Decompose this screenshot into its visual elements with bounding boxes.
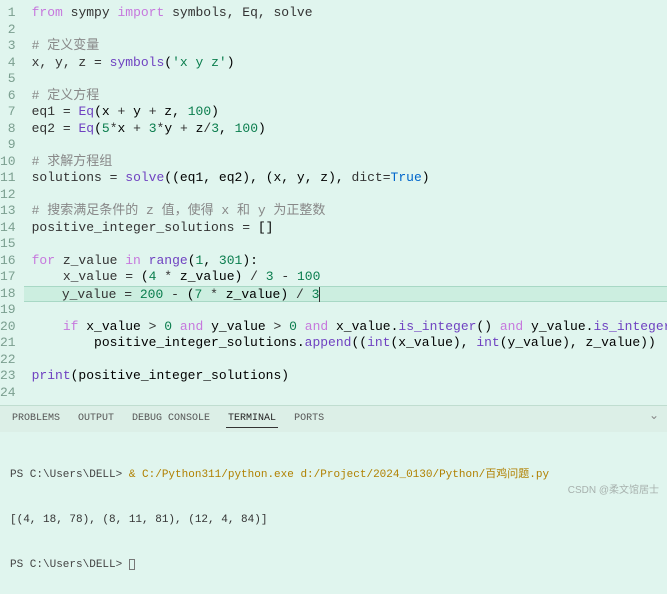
code-line[interactable]: positive_integer_solutions.append((int(x… xyxy=(24,335,667,352)
code-line[interactable] xyxy=(24,22,667,39)
code-line[interactable]: positive_integer_solutions = [] xyxy=(24,220,667,237)
terminal-dropdown-icon[interactable]: ⌄ xyxy=(649,408,659,423)
terminal-toolbar: ⌄ xyxy=(649,408,659,423)
terminal-prompt: PS C:\Users\DELL> xyxy=(10,469,129,481)
code-line[interactable]: # 定义变量 xyxy=(24,38,667,55)
code-line[interactable]: # 搜索满足条件的 z 值，使得 x 和 y 为正整数 xyxy=(24,203,667,220)
code-line[interactable]: for z_value in range(1, 301): xyxy=(24,253,667,270)
code-line[interactable] xyxy=(24,187,667,204)
code-line[interactable]: print(positive_integer_solutions) xyxy=(24,368,667,385)
code-line[interactable] xyxy=(24,302,667,319)
terminal-prompt: PS C:\Users\DELL> xyxy=(10,559,129,571)
code-line[interactable]: eq2 = Eq(5*x + 3*y + z/3, 100) xyxy=(24,121,667,138)
code-area[interactable]: from sympy import symbols, Eq, solve # 定义… xyxy=(24,0,667,405)
code-editor[interactable]: 123456789101112131415161718192021222324 … xyxy=(0,0,667,405)
code-line[interactable]: x, y, z = symbols('x y z') xyxy=(24,55,667,72)
panel-tab[interactable]: PROBLEMS xyxy=(10,410,62,428)
code-line[interactable] xyxy=(24,352,667,369)
code-line[interactable]: x_value = (4 * z_value) / 3 - 100 xyxy=(24,269,667,286)
code-line[interactable] xyxy=(24,385,667,402)
terminal-command: & C:/Python311/python.exe d:/Project/202… xyxy=(129,469,549,481)
code-line[interactable] xyxy=(24,137,667,154)
code-line[interactable]: if x_value > 0 and y_value > 0 and x_val… xyxy=(24,319,667,336)
code-line[interactable]: solutions = solve((eq1, eq2), (x, y, z),… xyxy=(24,170,667,187)
code-line[interactable]: # 求解方程组 xyxy=(24,154,667,171)
panel-tab[interactable]: OUTPUT xyxy=(76,410,116,428)
panel-tab[interactable]: TERMINAL xyxy=(226,410,278,428)
terminal-panel[interactable]: PS C:\Users\DELL> & C:/Python311/python.… xyxy=(0,432,667,594)
panel-tab[interactable]: PORTS xyxy=(292,410,326,428)
panel-tab[interactable]: DEBUG CONSOLE xyxy=(130,410,212,428)
panel-tabs: PROBLEMS OUTPUT DEBUG CONSOLE TERMINAL PORTS xyxy=(0,405,667,432)
line-number-gutter: 123456789101112131415161718192021222324 xyxy=(0,0,24,405)
code-line[interactable]: eq1 = Eq(x + y + z, 100) xyxy=(24,104,667,121)
code-line[interactable]: from sympy import symbols, Eq, solve xyxy=(24,5,667,22)
code-line[interactable]: # 定义方程 xyxy=(24,88,667,105)
terminal-cursor xyxy=(129,559,135,570)
code-line[interactable]: y_value = 200 - (7 * z_value) / 3 xyxy=(24,286,667,303)
watermark: CSDN @柔文馆居士 xyxy=(568,481,659,496)
code-line[interactable] xyxy=(24,71,667,88)
terminal-line: PS C:\Users\DELL> xyxy=(10,558,657,573)
code-line[interactable] xyxy=(24,236,667,253)
terminal-output: [(4, 18, 78), (8, 11, 81), (12, 4, 84)] xyxy=(10,513,657,528)
terminal-line: PS C:\Users\DELL> & C:/Python311/python.… xyxy=(10,468,657,483)
